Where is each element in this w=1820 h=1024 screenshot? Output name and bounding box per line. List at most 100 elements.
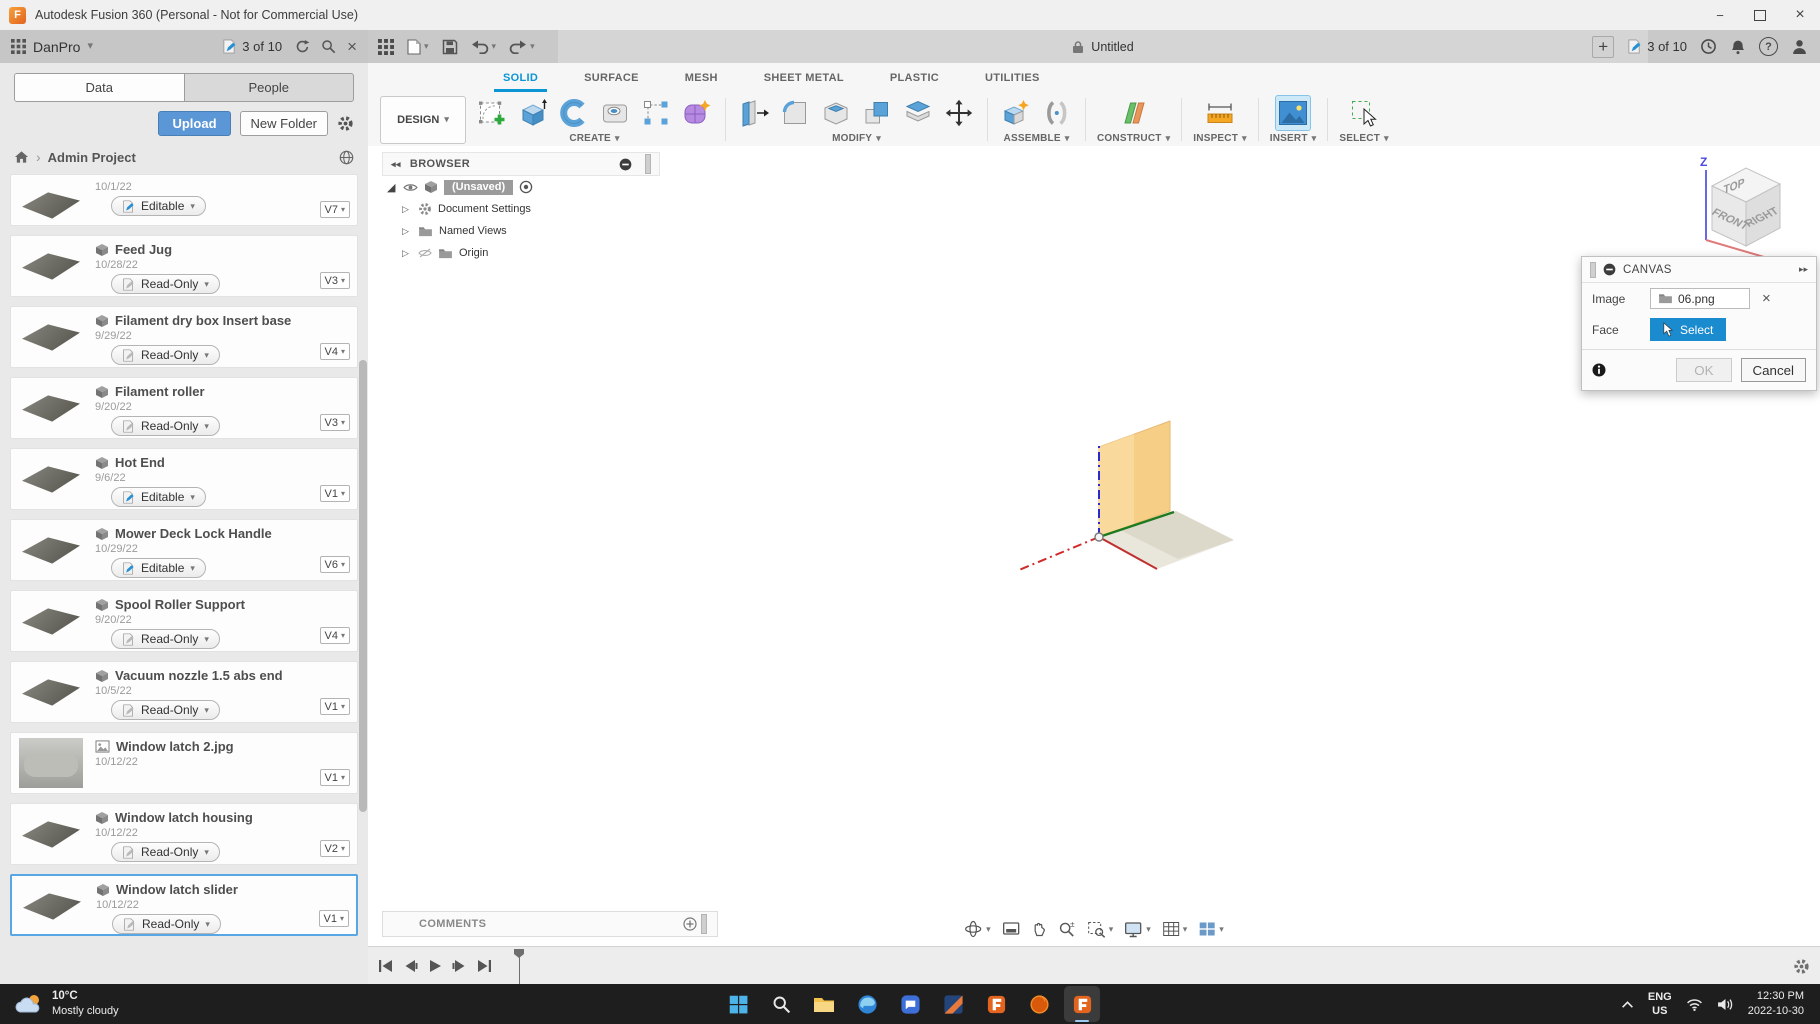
- version-dropdown[interactable]: V6 ▾: [319, 556, 350, 573]
- go-to-end-button[interactable]: [477, 959, 492, 973]
- close-button[interactable]: ×: [1780, 0, 1820, 30]
- assemble-group-label[interactable]: ASSEMBLE ▾: [1004, 132, 1070, 145]
- taskbar-app-icon[interactable]: [935, 986, 971, 1022]
- panel-resize-handle[interactable]: [701, 914, 707, 934]
- ok-button[interactable]: OK: [1676, 358, 1732, 382]
- data-item-card[interactable]: Window latch housing 10/12/22 Read-Only …: [10, 803, 358, 865]
- pan-button[interactable]: [1031, 921, 1047, 938]
- close-panel-icon[interactable]: ×: [347, 37, 357, 57]
- workspace-selector[interactable]: DESIGN ▾: [380, 95, 466, 144]
- canvas-button[interactable]: [1275, 95, 1312, 131]
- data-item-card[interactable]: Mower Deck Lock Handle 10/29/22 Editable…: [10, 519, 358, 581]
- undo-icon[interactable]: ▾: [471, 39, 496, 54]
- zoom-button[interactable]: ±: [1058, 921, 1076, 938]
- wifi-icon[interactable]: [1686, 998, 1703, 1011]
- info-icon[interactable]: [1592, 363, 1606, 377]
- collapsed-triangle-icon[interactable]: ▷: [402, 226, 412, 237]
- data-item-card[interactable]: Hot End 9/6/22 Editable ▾ V1 ▾: [10, 448, 358, 510]
- tab-surface[interactable]: SURFACE: [561, 63, 662, 93]
- taskbar-clock[interactable]: 12:30 PM 2022-10-30: [1748, 989, 1804, 1019]
- version-dropdown[interactable]: V4 ▾: [319, 627, 350, 644]
- create-sketch-button[interactable]: [475, 96, 509, 130]
- new-component-button[interactable]: [999, 96, 1033, 130]
- file-explorer-icon[interactable]: [806, 986, 842, 1022]
- look-at-button[interactable]: [1002, 921, 1020, 937]
- activate-component-icon[interactable]: [519, 180, 533, 194]
- revolve-button[interactable]: [557, 96, 591, 130]
- press-pull-button[interactable]: [737, 96, 771, 130]
- data-item-card[interactable]: Filament roller 9/20/22 Read-Only ▾ V3 ▾: [10, 377, 358, 439]
- browser-header[interactable]: ◂◂ BROWSER: [382, 152, 660, 176]
- data-item-card[interactable]: Vacuum nozzle 1.5 abs end 10/5/22 Read-O…: [10, 661, 358, 723]
- play-button[interactable]: [428, 959, 442, 973]
- job-clock-icon[interactable]: [1700, 38, 1717, 55]
- save-icon[interactable]: [442, 39, 458, 55]
- step-forward-button[interactable]: [452, 959, 467, 973]
- extrude-button[interactable]: [516, 96, 550, 130]
- weather-widget[interactable]: 10°C Mostly cloudy: [0, 989, 134, 1018]
- split-body-button[interactable]: [901, 96, 935, 130]
- document-tab[interactable]: Untitled ×: [558, 30, 1648, 63]
- step-back-button[interactable]: [403, 959, 418, 973]
- data-item-card[interactable]: Spool Roller Support 9/20/22 Read-Only ▾…: [10, 590, 358, 652]
- inspect-group-label[interactable]: INSPECT ▾: [1193, 132, 1246, 145]
- tab-utilities[interactable]: UTILITIES: [962, 63, 1063, 93]
- hidden-icons-chevron-icon[interactable]: [1621, 1000, 1634, 1009]
- data-item-card[interactable]: Window latch slider 10/12/22 Read-Only ▾…: [10, 874, 358, 936]
- browser-root-row[interactable]: ◢ (Unsaved): [382, 176, 660, 198]
- language-indicator[interactable]: ENG US: [1648, 990, 1672, 1019]
- data-item-card[interactable]: Window latch 2.jpg 10/12/22 V1 ▾: [10, 732, 358, 794]
- search-icon[interactable]: [321, 39, 336, 54]
- access-dropdown[interactable]: Editable ▾: [111, 487, 206, 507]
- notifications-bell-icon[interactable]: [1730, 39, 1746, 55]
- root-document-name[interactable]: (Unsaved): [444, 179, 514, 195]
- access-dropdown[interactable]: Editable ▾: [111, 196, 206, 216]
- zoom-window-button[interactable]: ▾: [1087, 921, 1113, 938]
- select-group-label[interactable]: SELECT ▾: [1339, 132, 1388, 145]
- volume-icon[interactable]: [1717, 998, 1734, 1011]
- minimize-button[interactable]: −: [1700, 0, 1740, 30]
- fusion-360-active-icon[interactable]: [1064, 986, 1100, 1022]
- expand-dialog-icon[interactable]: ▸▸: [1799, 264, 1808, 275]
- firefox-icon[interactable]: [1021, 986, 1057, 1022]
- construct-plane-button[interactable]: [1117, 96, 1151, 130]
- orbit-button[interactable]: ▾: [964, 920, 991, 938]
- dialog-drag-handle[interactable]: [1590, 261, 1596, 278]
- move-button[interactable]: [942, 96, 976, 130]
- start-button[interactable]: [720, 986, 756, 1022]
- new-document-tab-button[interactable]: +: [1592, 35, 1615, 58]
- browser-node-named-views[interactable]: ▷ Named Views: [382, 220, 660, 242]
- grid-display-button[interactable]: ▾: [1162, 921, 1187, 937]
- version-dropdown[interactable]: V1 ▾: [319, 698, 350, 715]
- collapsed-triangle-icon[interactable]: ▷: [402, 204, 412, 215]
- cancel-button[interactable]: Cancel: [1740, 358, 1806, 382]
- new-folder-button[interactable]: New Folder: [239, 111, 328, 136]
- home-icon[interactable]: [14, 150, 29, 164]
- expand-triangle-icon[interactable]: ◢: [387, 181, 397, 194]
- clear-image-icon[interactable]: ×: [1762, 290, 1771, 307]
- pattern-button[interactable]: [639, 96, 673, 130]
- maximize-button[interactable]: [1740, 0, 1780, 30]
- select-button[interactable]: [1347, 96, 1381, 130]
- image-file-chip[interactable]: 06.png: [1650, 288, 1750, 309]
- combine-button[interactable]: [860, 96, 894, 130]
- project-sharing-icon[interactable]: [339, 150, 354, 165]
- access-dropdown[interactable]: Read-Only ▾: [112, 914, 221, 934]
- access-dropdown[interactable]: Read-Only ▾: [111, 629, 220, 649]
- job-status[interactable]: 3 of 10: [222, 39, 282, 54]
- breadcrumb-project[interactable]: Admin Project: [48, 150, 136, 165]
- version-dropdown[interactable]: V3 ▾: [319, 272, 350, 289]
- refresh-icon[interactable]: [295, 39, 310, 54]
- edge-browser-icon[interactable]: [849, 986, 885, 1022]
- visibility-eye-icon[interactable]: [403, 182, 418, 193]
- collapse-browser-icon[interactable]: ◂◂: [391, 159, 401, 170]
- canvas-dialog[interactable]: CANVAS ▸▸ Image 06.png × Face Select OK …: [1581, 256, 1817, 391]
- fillet-button[interactable]: [778, 96, 812, 130]
- measure-button[interactable]: [1203, 96, 1237, 130]
- construct-group-label[interactable]: CONSTRUCT ▾: [1097, 132, 1170, 145]
- tab-data[interactable]: Data: [15, 74, 184, 101]
- tab-plastic[interactable]: PLASTIC: [867, 63, 962, 93]
- viewports-button[interactable]: ▾: [1198, 921, 1224, 937]
- browser-node-document-settings[interactable]: ▷ Document Settings: [382, 198, 660, 220]
- display-settings-button[interactable]: ▾: [1124, 921, 1151, 938]
